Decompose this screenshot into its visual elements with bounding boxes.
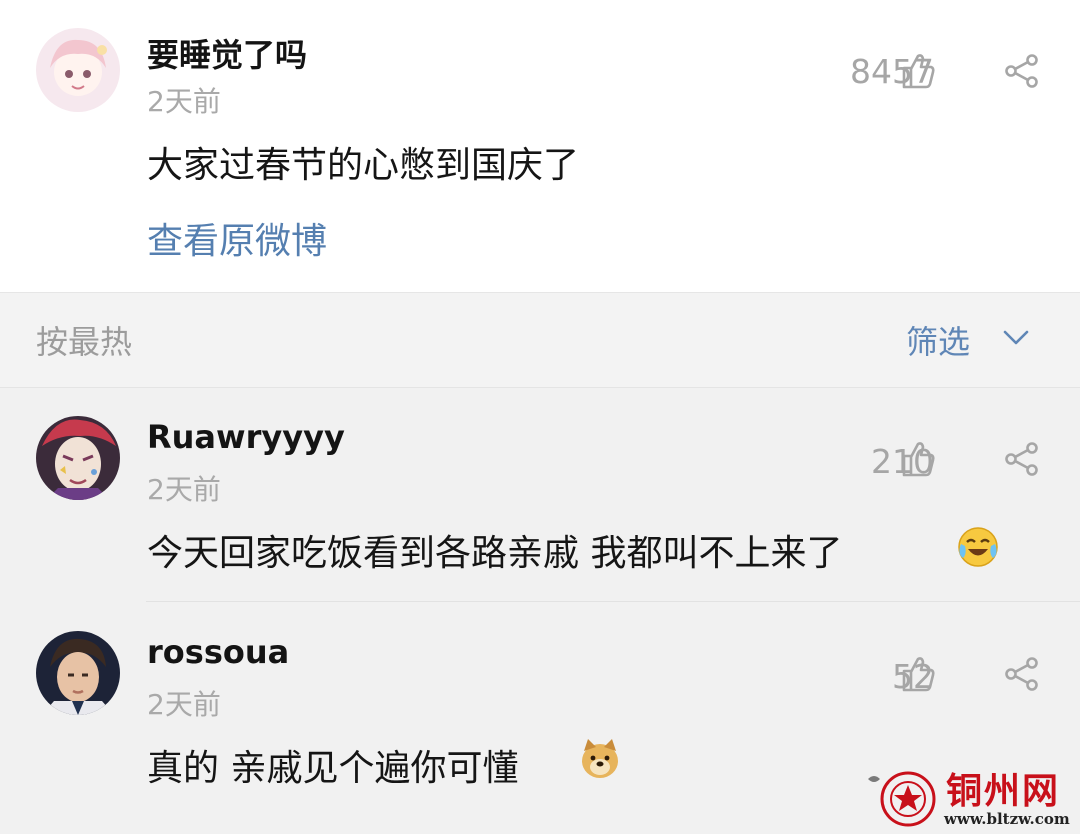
timestamp: 2天前 (147, 688, 221, 721)
sort-bar: 按最热 筛选 (0, 292, 1080, 388)
laughing-crying-emoji-icon (958, 527, 998, 567)
avatar[interactable] (36, 416, 120, 500)
comment-text: 今天回家吃饭看到各路亲戚 我都叫不上来了 (147, 533, 843, 574)
timestamp: 2天前 (147, 473, 221, 506)
sort-hot-label[interactable]: 按最热 (36, 317, 132, 363)
username[interactable]: Ruawryyyy (147, 418, 345, 456)
comment-item: Ruawryyyy 2天前 210 今天回家吃饭看到各路亲戚 我都叫不上来了 (0, 388, 1080, 602)
avatar[interactable] (36, 28, 120, 112)
doge-emoji-icon (582, 739, 618, 778)
view-original-link[interactable]: 查看原微博 (147, 212, 327, 264)
divider (146, 601, 1080, 602)
username[interactable]: rossoua (147, 633, 289, 671)
share-icon[interactable] (1004, 442, 1040, 476)
timestamp: 2天前 (147, 85, 221, 118)
chevron-down-icon[interactable] (1002, 328, 1030, 348)
avatar[interactable] (36, 631, 120, 715)
comment-text: 真的 亲戚见个遍你可懂 (147, 748, 519, 789)
post-text: 大家过春节的心憋到国庆了 (147, 145, 580, 186)
thumbs-up-icon[interactable] (900, 440, 936, 478)
share-icon[interactable] (1004, 54, 1040, 88)
share-icon[interactable] (1004, 657, 1040, 691)
username[interactable]: 要睡觉了吗 (147, 30, 307, 76)
filter-button[interactable]: 筛选 (906, 317, 970, 363)
watermark-url: www.bltzw.com (944, 810, 1070, 828)
watermark-title: 铜州网 (946, 770, 1061, 812)
thumbs-up-icon[interactable] (900, 655, 936, 693)
thumbs-up-icon[interactable] (900, 52, 936, 90)
original-post: 要睡觉了吗 2天前 8457 大家过春节的心憋到国庆了 查看原微博 (0, 0, 1080, 292)
